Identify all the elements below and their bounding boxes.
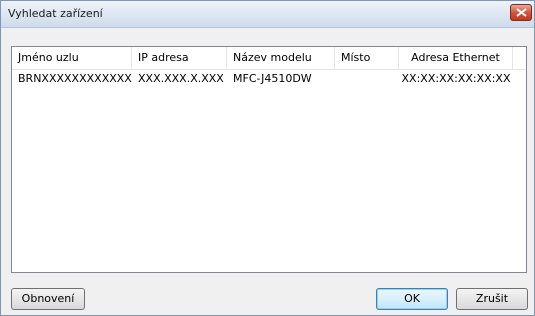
column-header-node-name[interactable]: Jméno uzlu <box>12 47 132 69</box>
refresh-button[interactable]: Obnovení <box>11 288 85 310</box>
cell-node-name: BRNXXXXXXXXXXXX <box>18 72 132 85</box>
cell-ethernet-address: XX:XX:XX:XX:XX:XX <box>401 72 511 85</box>
cancel-button[interactable]: Zrušit <box>456 288 528 310</box>
table-row[interactable]: BRNXXXXXXXXXXXX XXX.XXX.X.XXX MFC-J4510D… <box>12 70 526 88</box>
cell-location <box>335 70 399 88</box>
column-header-model-name[interactable]: Název modelu <box>227 47 335 69</box>
column-header-ip-address[interactable]: IP adresa <box>132 47 227 69</box>
window-title: Vyhledat zařízení <box>8 7 103 20</box>
close-icon <box>516 8 527 17</box>
list-header: Jméno uzlu IP adresa Název modelu Místo … <box>12 47 526 70</box>
column-header-ethernet-address[interactable]: Adresa Ethernet <box>399 47 513 69</box>
search-device-dialog: Vyhledat zařízení Jméno uzlu IP adresa N… <box>0 0 535 316</box>
device-list[interactable]: Jméno uzlu IP adresa Název modelu Místo … <box>11 46 527 273</box>
cell-model-name: MFC-J4510DW <box>233 72 312 85</box>
cell-ip-address: XXX.XXX.X.XXX <box>138 72 224 85</box>
title-bar: Vyhledat zařízení <box>1 1 534 28</box>
close-button[interactable] <box>510 4 532 21</box>
ok-button[interactable]: OK <box>376 288 448 310</box>
column-header-location[interactable]: Místo <box>335 47 399 69</box>
